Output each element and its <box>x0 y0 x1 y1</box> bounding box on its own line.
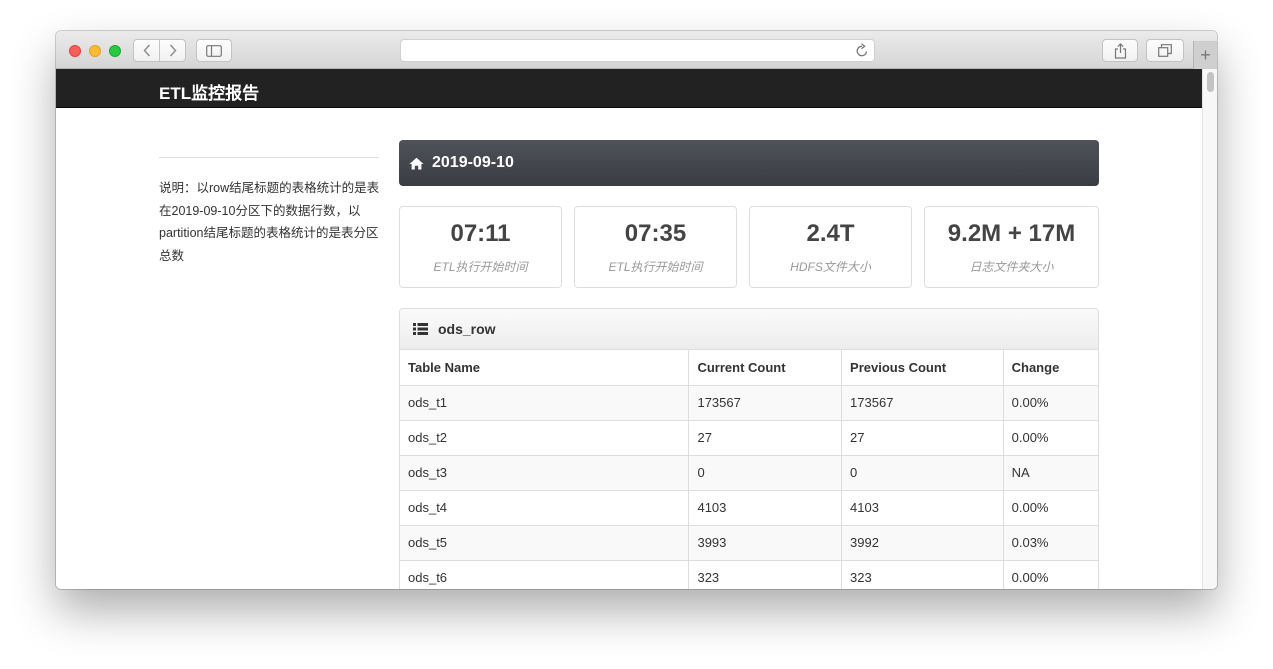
table-row: ods_t4 4103 4103 0.00% <box>400 490 1098 526</box>
minimize-window-button[interactable] <box>89 45 101 57</box>
cell-current-count: 323 <box>688 560 843 589</box>
cell-previous-count: 323 <box>841 560 1004 589</box>
chevron-left-icon <box>143 44 150 57</box>
share-icon <box>1114 42 1126 59</box>
cell-current-count: 0 <box>688 455 843 491</box>
stat-value: 2.4T <box>806 220 855 247</box>
table-row: ods_t2 27 27 0.00% <box>400 420 1098 456</box>
cell-table-name: ods_t5 <box>400 525 690 561</box>
panel-title: ods_row <box>438 321 496 337</box>
cell-change: 0.00% <box>1003 385 1098 421</box>
stat-value: 07:11 <box>450 220 511 247</box>
cell-change: 0.00% <box>1003 420 1098 456</box>
cell-change: 0.00% <box>1003 490 1098 526</box>
list-icon <box>413 323 428 335</box>
scrollbar-thumb[interactable] <box>1207 72 1214 92</box>
brand-title[interactable]: ETL监控报告 <box>159 79 259 104</box>
back-button[interactable] <box>134 40 159 61</box>
home-icon <box>409 157 424 169</box>
stat-label: HDFS文件大小 <box>790 260 871 274</box>
report-date: 2019-09-10 <box>432 154 514 171</box>
cell-table-name: ods_t6 <box>400 560 690 589</box>
cell-current-count: 173567 <box>688 385 843 421</box>
stat-card: 9.2M + 17M 日志文件夹大小 <box>924 206 1099 288</box>
stat-value: 07:35 <box>624 220 687 247</box>
ods-row-table: Table Name Current Count Previous Count … <box>400 350 1098 589</box>
stat-card: 2.4T HDFS文件大小 <box>749 206 912 288</box>
cell-table-name: ods_t4 <box>400 490 690 526</box>
cell-previous-count: 27 <box>841 420 1004 456</box>
table-row: ods_t3 0 0 NA <box>400 455 1098 491</box>
cell-previous-count: 4103 <box>841 490 1004 526</box>
forward-button[interactable] <box>159 40 185 61</box>
show-tabs-button[interactable] <box>1146 39 1184 62</box>
column-header-current-count: Current Count <box>688 350 843 386</box>
tabs-icon <box>1158 44 1172 57</box>
stat-value: 9.2M + 17M <box>947 220 1076 247</box>
sidebar-note: 说明：以row结尾标题的表格统计的是表在2019-09-10分区下的数据行数，以… <box>159 181 380 263</box>
close-window-button[interactable] <box>69 45 81 57</box>
cell-change: 0.00% <box>1003 560 1098 589</box>
browser-window: + ETL监控报告 说明：以row结尾标题的表格统计的是表在2019-09-10… <box>56 31 1217 589</box>
browser-titlebar: + <box>56 31 1217 69</box>
cell-change: 0.03% <box>1003 525 1098 561</box>
table-row: ods_t5 3993 3992 0.03% <box>400 525 1098 561</box>
history-nav-group <box>133 39 186 62</box>
stat-card: 07:35 ETL执行开始时间 <box>574 206 737 288</box>
column-header-change: Change <box>1003 350 1098 386</box>
table-row: ods_t1 173567 173567 0.00% <box>400 385 1098 421</box>
stat-label: 日志文件夹大小 <box>969 260 1054 274</box>
date-panel: 2019-09-10 <box>399 140 1099 186</box>
zoom-window-button[interactable] <box>109 45 121 57</box>
share-button[interactable] <box>1102 39 1138 62</box>
sidebar-divider <box>159 157 379 158</box>
vertical-scrollbar[interactable] <box>1202 69 1217 589</box>
sidebar-icon <box>206 44 222 57</box>
top-navbar: ETL监控报告 <box>56 69 1202 108</box>
cell-table-name: ods_t3 <box>400 455 690 491</box>
stat-label: ETL执行开始时间 <box>433 260 528 274</box>
ods-row-panel: ods_row Table Name Current Count Previou… <box>399 308 1099 589</box>
cell-table-name: ods_t2 <box>400 420 690 456</box>
cell-previous-count: 0 <box>841 455 1004 491</box>
table-header-row: Table Name Current Count Previous Count … <box>400 350 1098 386</box>
cell-previous-count: 173567 <box>841 385 1004 421</box>
chevron-right-icon <box>169 44 177 57</box>
cell-current-count: 4103 <box>688 490 843 526</box>
cell-change: NA <box>1003 455 1098 491</box>
sidebar-button[interactable] <box>196 39 232 62</box>
column-header-table-name: Table Name <box>400 350 690 386</box>
panel-heading: ods_row <box>400 309 1098 350</box>
cell-current-count: 27 <box>688 420 843 456</box>
column-header-previous-count: Previous Count <box>841 350 1004 386</box>
new-tab-button[interactable]: + <box>1193 41 1217 69</box>
cell-previous-count: 3992 <box>841 525 1004 561</box>
reload-icon[interactable] <box>855 43 869 58</box>
stat-label: ETL执行开始时间 <box>608 260 703 274</box>
cell-table-name: ods_t1 <box>400 385 690 421</box>
stat-card: 07:11 ETL执行开始时间 <box>399 206 562 288</box>
table-row: ods_t6 323 323 0.00% <box>400 560 1098 589</box>
cell-current-count: 3993 <box>688 525 843 561</box>
page-viewport: ETL监控报告 说明：以row结尾标题的表格统计的是表在2019-09-10分区… <box>56 69 1202 589</box>
address-bar[interactable] <box>400 39 875 62</box>
